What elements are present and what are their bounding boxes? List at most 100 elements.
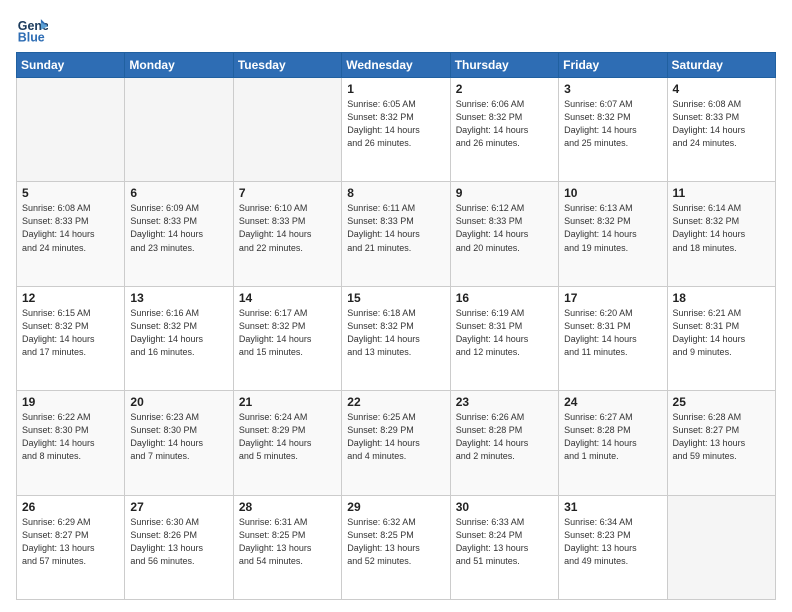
calendar-cell: 14 Sunrise: 6:17 AM Sunset: 8:32 PM Dayli… (233, 286, 341, 390)
day-info: Sunrise: 6:08 AM Sunset: 8:33 PM Dayligh… (22, 202, 119, 254)
header-sunday: Sunday (17, 53, 125, 78)
day-number: 8 (347, 186, 444, 200)
calendar-cell: 25Sunrise: 6:28 AM Sunset: 8:27 PM Dayli… (667, 391, 775, 495)
day-info: Sunrise: 6:19 AM Sunset: 8:31 PM Dayligh… (456, 307, 553, 359)
day-number: 9 (456, 186, 553, 200)
calendar-cell: 2 Sunrise: 6:06 AM Sunset: 8:32 PM Daylig… (450, 78, 558, 182)
day-info: Sunrise: 6:18 AM Sunset: 8:32 PM Dayligh… (347, 307, 444, 359)
day-number: 13 (130, 291, 227, 305)
calendar-cell: 23 Sunrise: 6:26 AM Sunset: 8:28 PM Dayli… (450, 391, 558, 495)
calendar-cell: 16 Sunrise: 6:19 AM Sunset: 8:31 PM Dayli… (450, 286, 558, 390)
calendar-week-row: 19Sunrise: 6:22 AM Sunset: 8:30 PM Dayli… (17, 391, 776, 495)
calendar-cell: 1Sunrise: 6:05 AM Sunset: 8:32 PM Daylig… (342, 78, 450, 182)
calendar-cell: 15Sunrise: 6:18 AM Sunset: 8:32 PM Dayli… (342, 286, 450, 390)
calendar-cell: 30 Sunrise: 6:33 AM Sunset: 8:24 PM Dayli… (450, 495, 558, 599)
calendar-cell: 19Sunrise: 6:22 AM Sunset: 8:30 PM Dayli… (17, 391, 125, 495)
day-number: 5 (22, 186, 119, 200)
calendar-cell: 5 Sunrise: 6:08 AM Sunset: 8:33 PM Daylig… (17, 182, 125, 286)
day-number: 7 (239, 186, 336, 200)
calendar-cell: 12 Sunrise: 6:15 AM Sunset: 8:32 PM Dayli… (17, 286, 125, 390)
calendar-cell: 17 Sunrise: 6:20 AM Sunset: 8:31 PM Dayli… (559, 286, 667, 390)
day-info: Sunrise: 6:15 AM Sunset: 8:32 PM Dayligh… (22, 307, 119, 359)
day-info: Sunrise: 6:07 AM Sunset: 8:32 PM Dayligh… (564, 98, 661, 150)
day-info: Sunrise: 6:24 AM Sunset: 8:29 PM Dayligh… (239, 411, 336, 463)
day-number: 31 (564, 500, 661, 514)
day-number: 17 (564, 291, 661, 305)
day-number: 20 (130, 395, 227, 409)
day-info: Sunrise: 6:29 AM Sunset: 8:27 PM Dayligh… (22, 516, 119, 568)
calendar-cell: 18 Sunrise: 6:21 AM Sunset: 8:31 PM Dayli… (667, 286, 775, 390)
calendar-cell: 7 Sunrise: 6:10 AM Sunset: 8:33 PM Daylig… (233, 182, 341, 286)
day-info: Sunrise: 6:13 AM Sunset: 8:32 PM Dayligh… (564, 202, 661, 254)
calendar-week-row: 5 Sunrise: 6:08 AM Sunset: 8:33 PM Daylig… (17, 182, 776, 286)
calendar-cell: 6 Sunrise: 6:09 AM Sunset: 8:33 PM Daylig… (125, 182, 233, 286)
day-info: Sunrise: 6:30 AM Sunset: 8:26 PM Dayligh… (130, 516, 227, 568)
calendar-cell: 24 Sunrise: 6:27 AM Sunset: 8:28 PM Dayli… (559, 391, 667, 495)
header-friday: Friday (559, 53, 667, 78)
calendar-cell: 27 Sunrise: 6:30 AM Sunset: 8:26 PM Dayli… (125, 495, 233, 599)
day-info: Sunrise: 6:05 AM Sunset: 8:32 PM Dayligh… (347, 98, 444, 150)
calendar-week-row: 12 Sunrise: 6:15 AM Sunset: 8:32 PM Dayli… (17, 286, 776, 390)
day-info: Sunrise: 6:25 AM Sunset: 8:29 PM Dayligh… (347, 411, 444, 463)
day-info: Sunrise: 6:11 AM Sunset: 8:33 PM Dayligh… (347, 202, 444, 254)
day-info: Sunrise: 6:26 AM Sunset: 8:28 PM Dayligh… (456, 411, 553, 463)
day-info: Sunrise: 6:20 AM Sunset: 8:31 PM Dayligh… (564, 307, 661, 359)
day-number: 18 (673, 291, 770, 305)
day-number: 30 (456, 500, 553, 514)
calendar-header-row: SundayMondayTuesdayWednesdayThursdayFrid… (17, 53, 776, 78)
calendar-cell: 9Sunrise: 6:12 AM Sunset: 8:33 PM Daylig… (450, 182, 558, 286)
day-info: Sunrise: 6:14 AM Sunset: 8:32 PM Dayligh… (673, 202, 770, 254)
header-monday: Monday (125, 53, 233, 78)
calendar-cell: 3 Sunrise: 6:07 AM Sunset: 8:32 PM Daylig… (559, 78, 667, 182)
day-number: 22 (347, 395, 444, 409)
day-info: Sunrise: 6:06 AM Sunset: 8:32 PM Dayligh… (456, 98, 553, 150)
calendar-cell: 28 Sunrise: 6:31 AM Sunset: 8:25 PM Dayli… (233, 495, 341, 599)
header-wednesday: Wednesday (342, 53, 450, 78)
day-number: 11 (673, 186, 770, 200)
day-number: 14 (239, 291, 336, 305)
day-info: Sunrise: 6:17 AM Sunset: 8:32 PM Dayligh… (239, 307, 336, 359)
calendar-cell: 11 Sunrise: 6:14 AM Sunset: 8:32 PM Dayli… (667, 182, 775, 286)
calendar-table: SundayMondayTuesdayWednesdayThursdayFrid… (16, 52, 776, 600)
calendar-cell: 4 Sunrise: 6:08 AM Sunset: 8:33 PM Daylig… (667, 78, 775, 182)
day-info: Sunrise: 6:21 AM Sunset: 8:31 PM Dayligh… (673, 307, 770, 359)
day-number: 4 (673, 82, 770, 96)
calendar-cell (17, 78, 125, 182)
day-number: 28 (239, 500, 336, 514)
svg-text:Blue: Blue (18, 30, 45, 44)
day-number: 16 (456, 291, 553, 305)
calendar-cell: 31Sunrise: 6:34 AM Sunset: 8:23 PM Dayli… (559, 495, 667, 599)
day-number: 27 (130, 500, 227, 514)
day-info: Sunrise: 6:16 AM Sunset: 8:32 PM Dayligh… (130, 307, 227, 359)
day-info: Sunrise: 6:09 AM Sunset: 8:33 PM Dayligh… (130, 202, 227, 254)
day-number: 23 (456, 395, 553, 409)
day-info: Sunrise: 6:31 AM Sunset: 8:25 PM Dayligh… (239, 516, 336, 568)
logo: General Blue (16, 12, 52, 44)
header-saturday: Saturday (667, 53, 775, 78)
day-number: 29 (347, 500, 444, 514)
calendar-cell: 20 Sunrise: 6:23 AM Sunset: 8:30 PM Dayli… (125, 391, 233, 495)
day-number: 12 (22, 291, 119, 305)
day-info: Sunrise: 6:27 AM Sunset: 8:28 PM Dayligh… (564, 411, 661, 463)
calendar-cell: 29 Sunrise: 6:32 AM Sunset: 8:25 PM Dayli… (342, 495, 450, 599)
day-info: Sunrise: 6:22 AM Sunset: 8:30 PM Dayligh… (22, 411, 119, 463)
day-info: Sunrise: 6:08 AM Sunset: 8:33 PM Dayligh… (673, 98, 770, 150)
day-info: Sunrise: 6:33 AM Sunset: 8:24 PM Dayligh… (456, 516, 553, 568)
header-thursday: Thursday (450, 53, 558, 78)
calendar-cell: 13 Sunrise: 6:16 AM Sunset: 8:32 PM Dayli… (125, 286, 233, 390)
day-number: 6 (130, 186, 227, 200)
header: General Blue (16, 12, 776, 44)
calendar-cell (233, 78, 341, 182)
day-number: 24 (564, 395, 661, 409)
day-info: Sunrise: 6:28 AM Sunset: 8:27 PM Dayligh… (673, 411, 770, 463)
calendar-cell: 26Sunrise: 6:29 AM Sunset: 8:27 PM Dayli… (17, 495, 125, 599)
day-number: 3 (564, 82, 661, 96)
calendar-cell: 21Sunrise: 6:24 AM Sunset: 8:29 PM Dayli… (233, 391, 341, 495)
day-number: 2 (456, 82, 553, 96)
day-info: Sunrise: 6:23 AM Sunset: 8:30 PM Dayligh… (130, 411, 227, 463)
day-info: Sunrise: 6:10 AM Sunset: 8:33 PM Dayligh… (239, 202, 336, 254)
day-info: Sunrise: 6:32 AM Sunset: 8:25 PM Dayligh… (347, 516, 444, 568)
calendar-week-row: 26Sunrise: 6:29 AM Sunset: 8:27 PM Dayli… (17, 495, 776, 599)
calendar-cell: 10Sunrise: 6:13 AM Sunset: 8:32 PM Dayli… (559, 182, 667, 286)
calendar-cell (667, 495, 775, 599)
